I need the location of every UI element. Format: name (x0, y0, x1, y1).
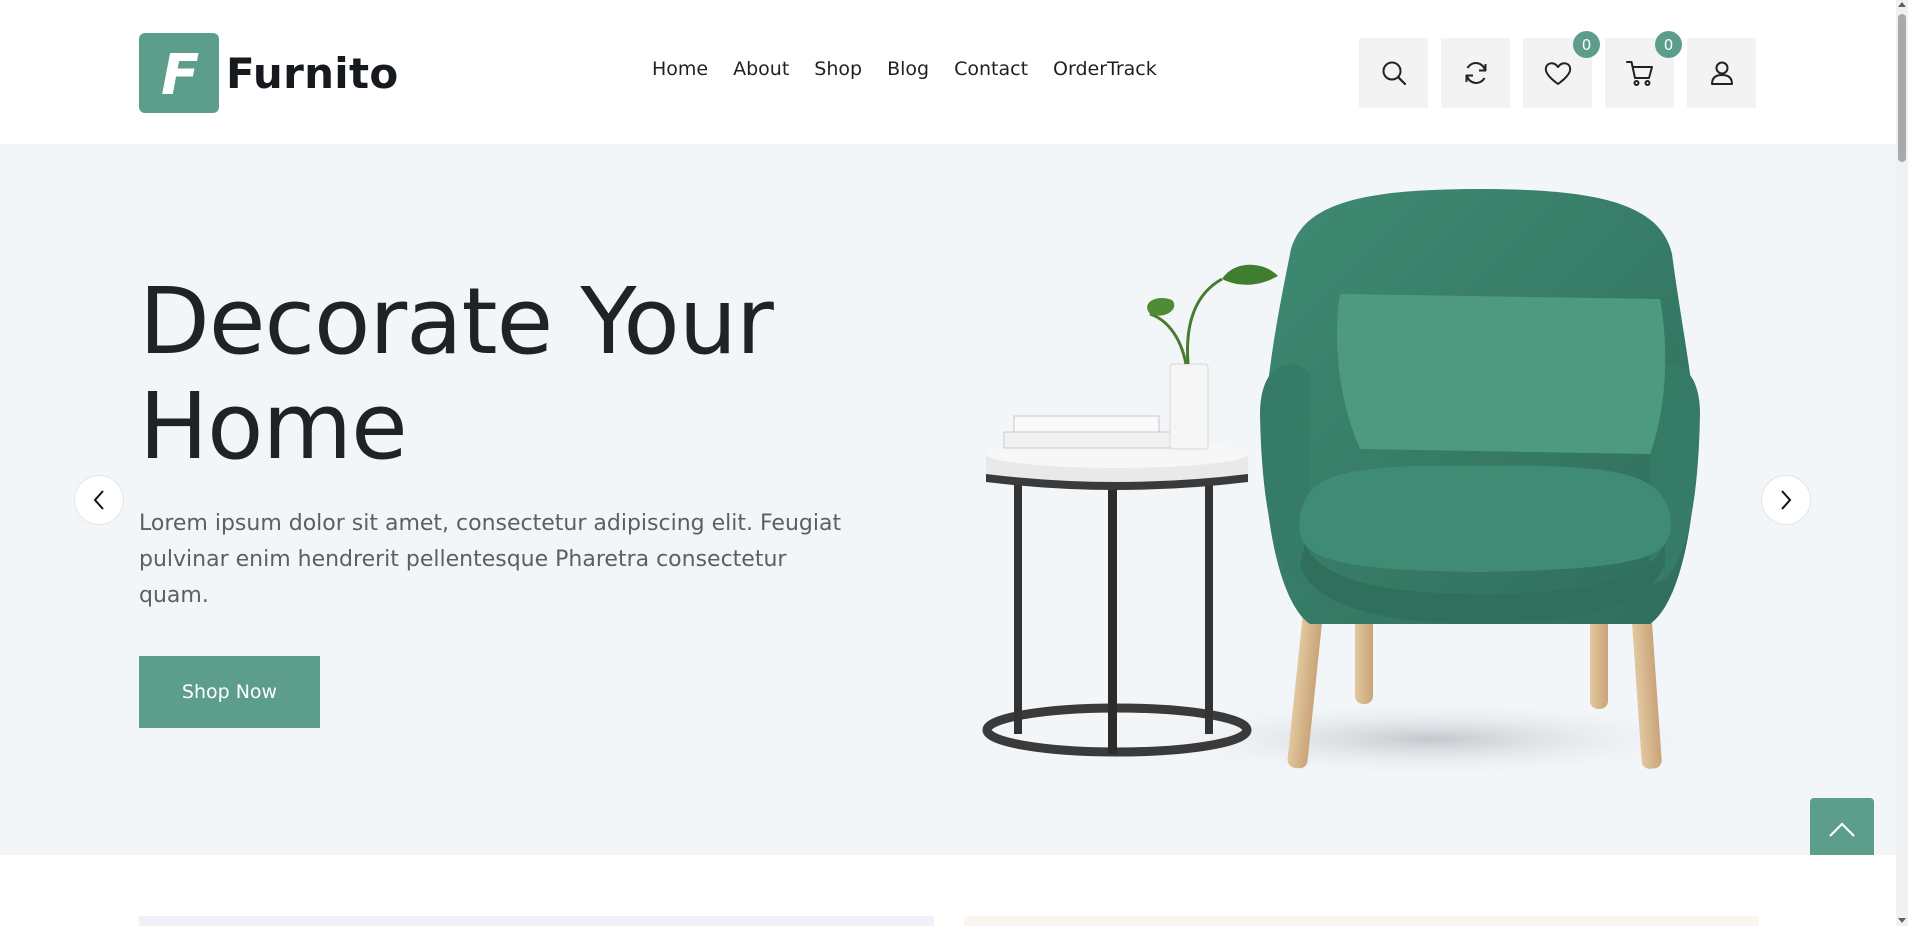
cart-icon (1625, 61, 1653, 86)
slider-next-button[interactable] (1761, 475, 1811, 525)
refresh-icon (1465, 62, 1486, 84)
heart-icon (1544, 62, 1571, 85)
logo-f-mark: F (161, 46, 199, 100)
svg-text:F: F (161, 46, 199, 100)
logo[interactable]: F Furnito (139, 33, 399, 113)
nav-blog[interactable]: Blog (887, 58, 929, 80)
chevron-left-icon (93, 490, 104, 510)
account-button[interactable] (1687, 38, 1756, 108)
armchair (1260, 189, 1700, 769)
nav-home[interactable]: Home (652, 58, 708, 80)
hero-product-image (982, 189, 1730, 779)
main-nav: Home About Shop Blog Contact OrderTrack (652, 58, 1157, 80)
hero-subtitle: Lorem ipsum dolor sit amet, consectetur … (139, 511, 842, 608)
scroll-down-arrow[interactable] (1898, 918, 1906, 923)
promo-card-right[interactable] (964, 916, 1759, 926)
search-button[interactable] (1359, 38, 1428, 108)
compare-button[interactable] (1441, 38, 1510, 108)
scrollbar-thumb[interactable] (1898, 14, 1906, 162)
slider-prev-button[interactable] (74, 475, 124, 525)
search-icon (1382, 61, 1406, 86)
wishlist-count-badge: 0 (1573, 31, 1600, 58)
chevron-right-icon (1781, 490, 1792, 510)
scroll-to-top-button[interactable] (1810, 798, 1874, 862)
page-scrollbar[interactable] (1896, 0, 1908, 926)
logo-text: Furnito (226, 48, 399, 98)
nav-ordertrack[interactable]: OrderTrack (1053, 58, 1157, 80)
chevron-up-icon (1829, 822, 1855, 837)
promo-card-left[interactable] (139, 916, 934, 926)
logo-badge: F (139, 33, 219, 113)
cart-count-badge: 0 (1655, 31, 1682, 58)
user-icon (1710, 61, 1733, 85)
side-table (982, 264, 1278, 757)
nav-about[interactable]: About (733, 58, 789, 80)
shop-now-button[interactable]: Shop Now (139, 656, 320, 728)
nav-shop[interactable]: Shop (814, 58, 862, 80)
wishlist-button[interactable]: 0 (1523, 31, 1600, 108)
cart-button[interactable]: 0 (1605, 31, 1682, 108)
header-actions: 0 0 (1359, 31, 1756, 108)
page: F Furnito Home About Shop Blog Contact O… (0, 0, 1908, 926)
hero-title: Decorate Your Home (139, 268, 774, 480)
hero-slider: Decorate Your Home Lorem ipsum dolor sit… (0, 144, 1896, 855)
scroll-up-arrow[interactable] (1898, 2, 1906, 7)
nav-contact[interactable]: Contact (954, 58, 1028, 80)
site-header: F Furnito Home About Shop Blog Contact O… (0, 0, 1896, 144)
